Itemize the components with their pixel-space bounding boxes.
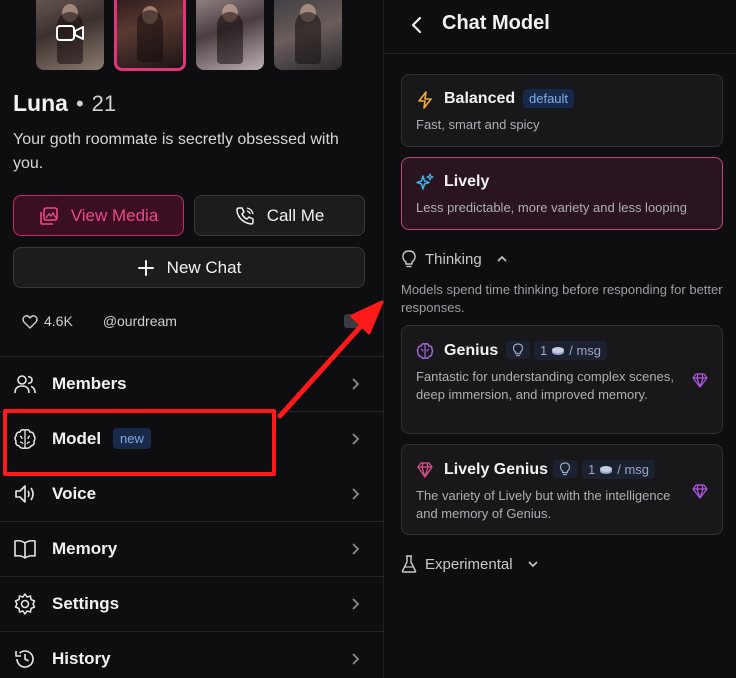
lightbulb-icon [559,462,571,476]
thumbnail-image[interactable] [274,0,342,70]
brain-icon [416,343,434,359]
menu-label-history: History [52,649,111,668]
thinking-description: Models spend time thinking before respon… [401,282,723,315]
thinking-section-toggle[interactable]: Thinking [401,250,508,268]
cost-unit: / msg [569,343,602,358]
video-icon [56,25,84,41]
new-chat-label: New Chat [166,257,242,277]
gem-icon [417,462,433,478]
flask-icon [401,555,417,573]
thumbnail-image[interactable] [196,0,264,70]
chevron-right-icon [352,433,360,445]
model-option-lively-genius[interactable]: Lively Genius 1 / msg The variety of Liv… [401,444,723,535]
chevron-right-icon [352,543,360,555]
thinking-badge [506,341,530,359]
sparkle-icon [416,173,434,190]
gear-icon [14,593,36,615]
menu-label-settings: Settings [52,594,120,613]
creator-handle[interactable]: @ourdream [103,313,177,329]
model-option-lively[interactable]: Lively Less predictable, more variety an… [401,157,723,230]
chevron-right-icon [352,598,360,610]
thumbnail-video[interactable] [36,0,104,70]
book-icon [14,539,36,559]
model-name-lively: Lively [444,173,490,190]
menu-label-memory: Memory [52,539,118,558]
model-name-lively-genius: Lively Genius [444,461,549,478]
experimental-label: Experimental [425,555,513,573]
speaker-icon [15,485,34,503]
model-desc-genius: Fantastic for understanding complex scen… [416,369,674,402]
thumbnail-figure [217,12,243,64]
lightbulb-icon [402,250,416,268]
model-desc-lively: Less predictable, more variety and less … [416,200,687,215]
page-title: Chat Model [442,12,550,34]
chat-model-panel: Chat Model Balanced default Fast, smart … [383,0,736,678]
users-icon [14,375,36,394]
chevron-down-icon [527,561,538,568]
gem-icon [692,484,708,499]
profile-stats: 4.6K @ourdream [22,313,177,329]
view-media-button[interactable]: View Media [13,195,184,236]
chevron-right-icon [352,653,360,665]
model-name-balanced: Balanced [444,90,516,107]
chat-model-header: Chat Model [384,0,736,54]
menu-item-memory[interactable]: Memory [0,522,383,576]
chevron-right-icon [352,378,360,390]
character-name: Luna [13,90,68,116]
chevron-up-icon [497,255,507,262]
cost-value: 1 [588,462,596,477]
menu-item-members[interactable]: Members [0,357,383,411]
separator: • [75,91,84,116]
model-desc-lively-genius: The variety of Lively but with the intel… [416,488,671,521]
character-panel: Luna • 21 Your goth roommate is secretly… [0,0,383,678]
experimental-section-toggle[interactable]: Experimental [401,555,539,573]
model-highlight-box [3,409,276,476]
cost-badge: 1 / msg [534,341,608,360]
model-desc-balanced: Fast, smart and spicy [416,117,540,132]
heart-icon [22,314,38,329]
thinking-badge [553,460,577,478]
menu-item-settings[interactable]: Settings [0,577,383,631]
character-bio: Your goth roommate is secretly obsessed … [13,131,339,172]
thinking-label: Thinking [425,250,482,268]
new-chat-button[interactable]: New Chat [13,247,365,288]
image-icon [39,206,58,225]
gem-icon [692,373,708,388]
lightning-icon [418,91,432,109]
menu-label-members: Members [52,374,127,393]
media-thumbnails [36,0,342,71]
character-age: 21 [91,91,117,116]
model-option-genius[interactable]: Genius 1 / msg Fantastic for understandi… [401,325,723,434]
thumbnail-selected[interactable] [114,0,186,71]
credits-icon [552,346,565,355]
likes-count: 4.6K [44,313,73,329]
call-me-button[interactable]: Call Me [194,195,365,236]
cost-unit: / msg [617,462,650,477]
back-icon[interactable] [410,16,424,34]
cost-badge: 1 / msg [582,460,656,479]
model-option-balanced[interactable]: Balanced default Fast, smart and spicy [401,74,723,147]
call-me-label: Call Me [266,205,325,225]
menu-item-history[interactable]: History [0,632,383,678]
cost-value: 1 [540,343,548,358]
view-media-label: View Media [70,205,159,225]
plus-icon [137,259,154,276]
default-badge: default [523,89,575,108]
history-icon [15,650,34,668]
credits-icon [600,465,613,474]
flag-icon[interactable] [344,314,358,328]
menu-label-voice: Voice [52,484,97,503]
lightbulb-icon [512,343,524,357]
phone-icon [235,206,254,225]
thumbnail-figure [137,10,163,62]
thumbnail-figure [295,12,321,64]
profile-heading: Luna • 21 [13,90,116,117]
model-name-genius: Genius [444,342,499,359]
chevron-right-icon [352,488,360,500]
